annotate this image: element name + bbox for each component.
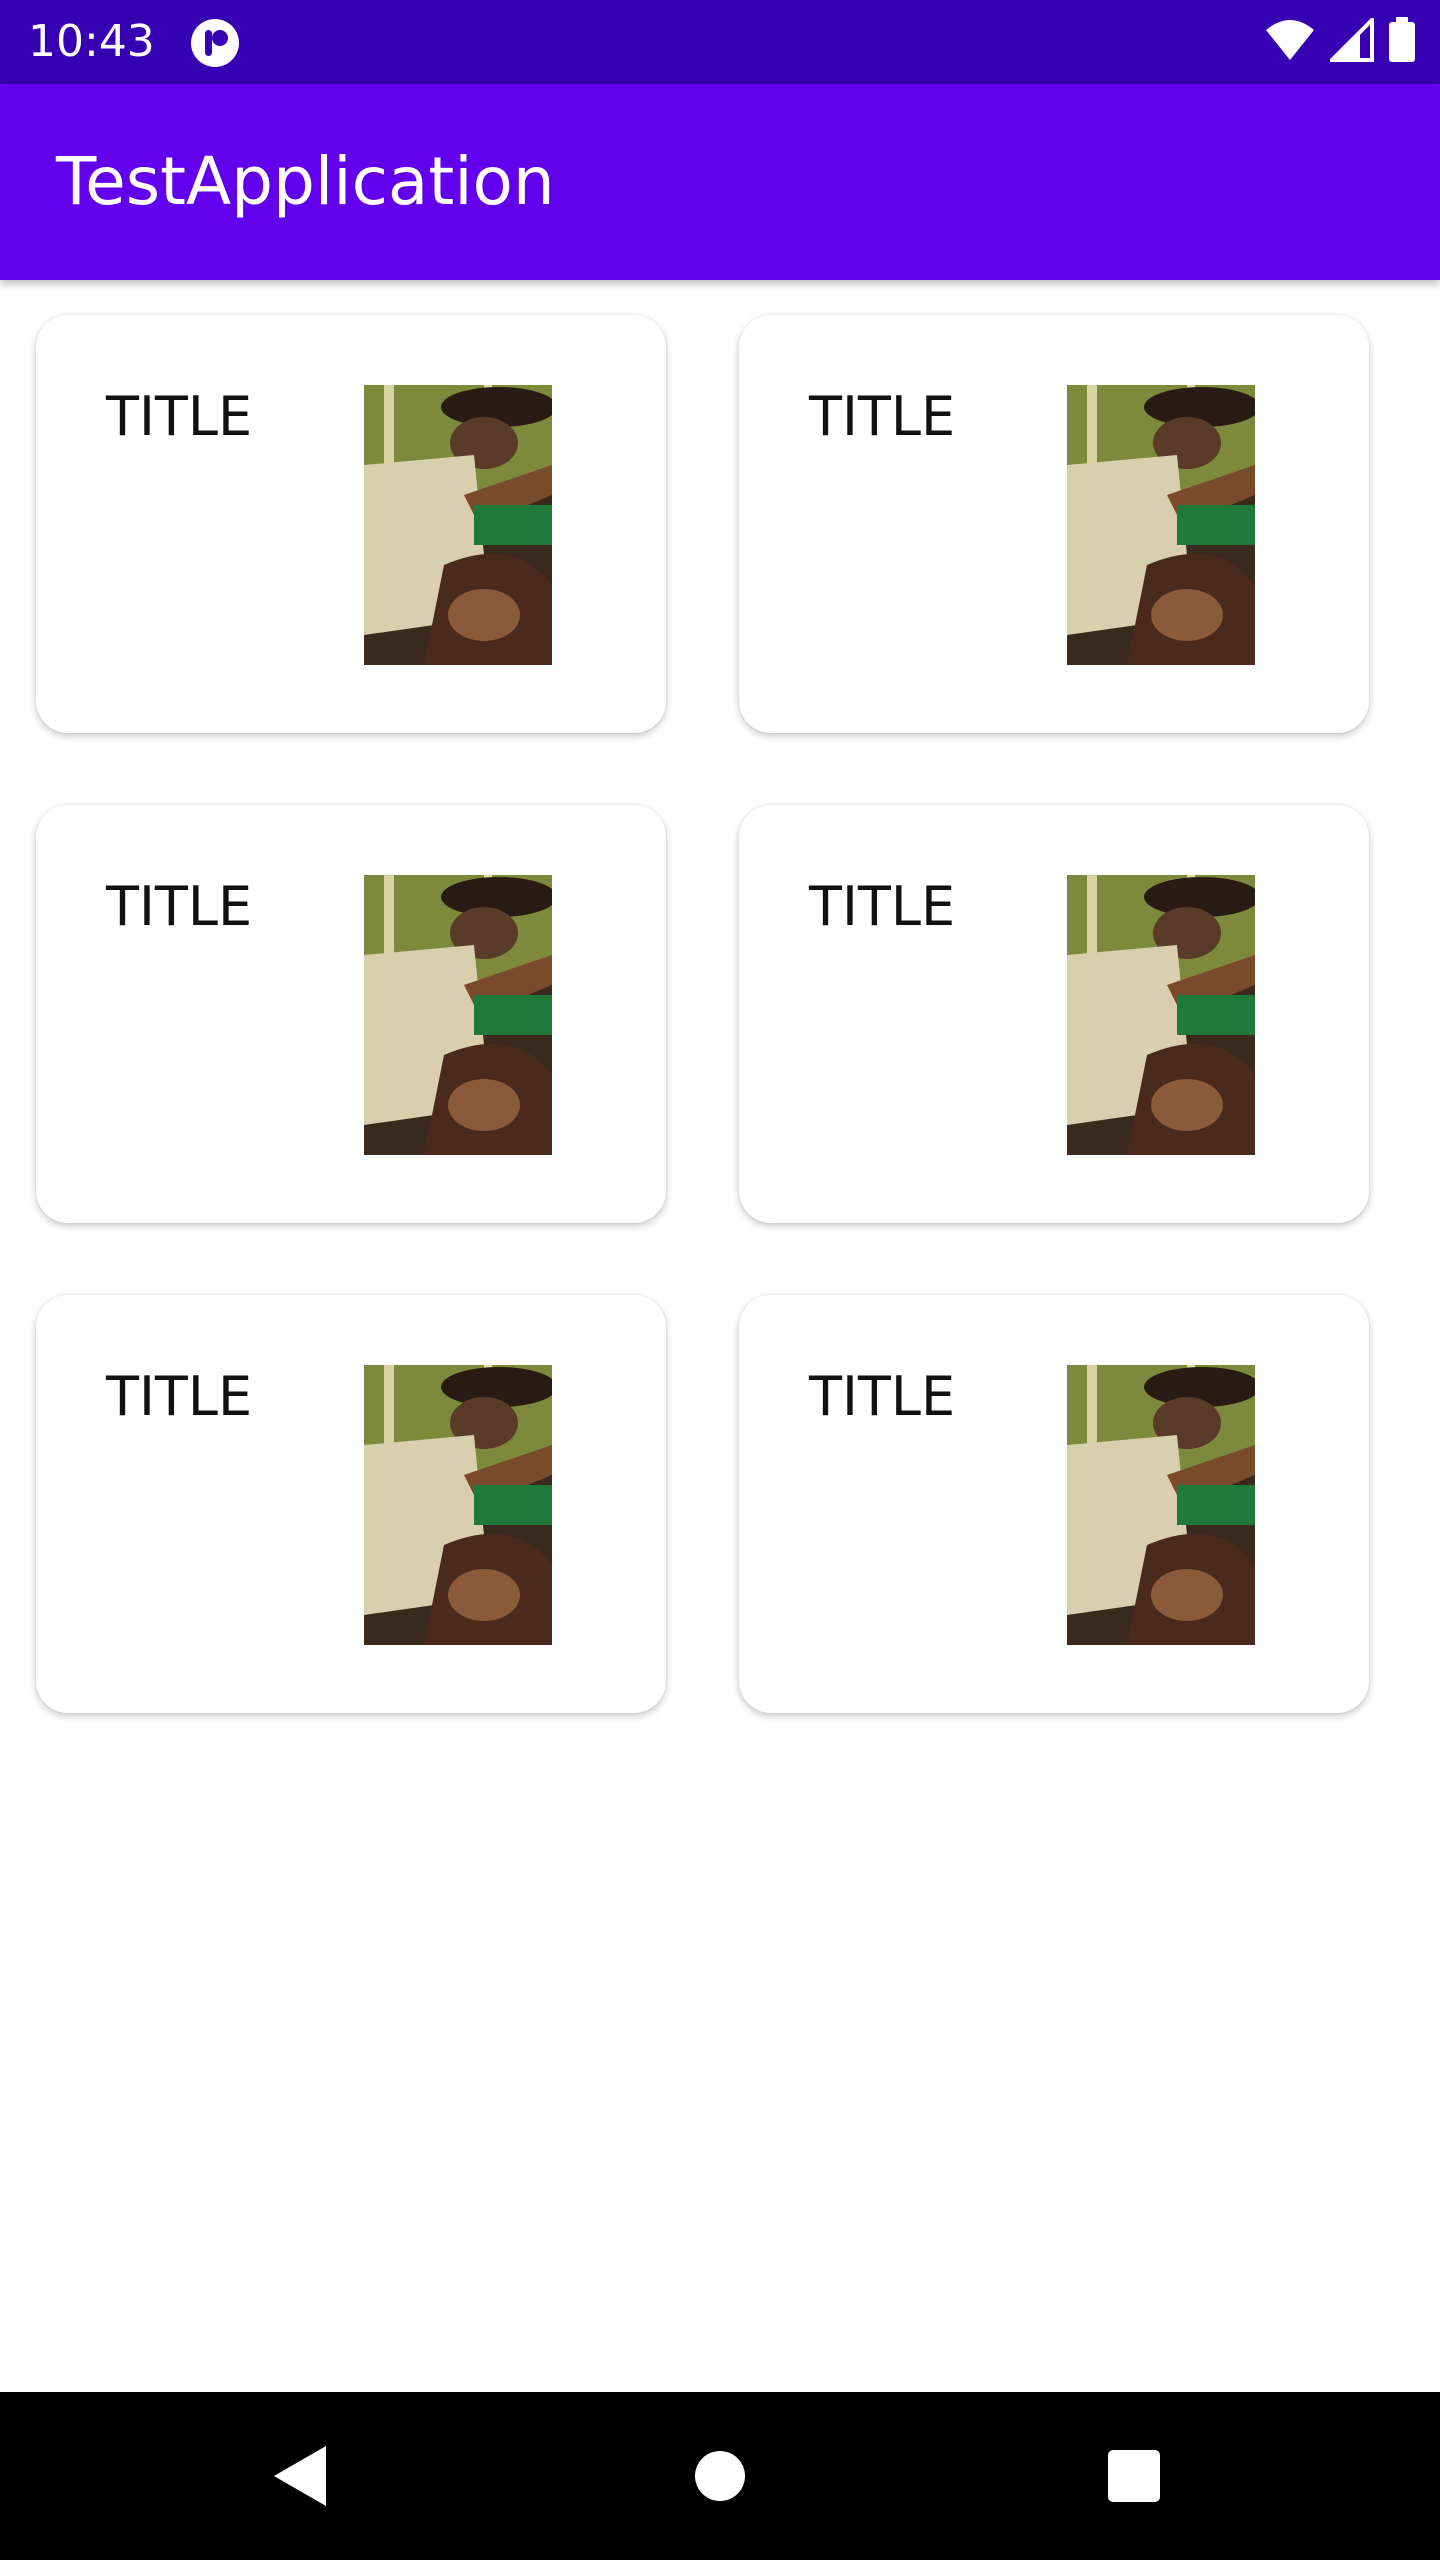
card-title: TITLE: [106, 385, 253, 448]
app-title: TestApplication: [56, 143, 555, 220]
app-bar: TestApplication: [0, 84, 1440, 280]
status-bar: 10:43: [0, 0, 1440, 84]
card-photo: [364, 875, 552, 1155]
navigation-bar: [0, 2392, 1440, 2560]
signal-icon: [1327, 15, 1374, 66]
card[interactable]: TITLE: [36, 805, 666, 1223]
app-notification-icon: [190, 18, 240, 68]
card-photo: [364, 385, 552, 665]
card-title: TITLE: [809, 1365, 956, 1428]
card-photo: [1067, 875, 1255, 1155]
wifi-icon: [1264, 18, 1316, 66]
card-title: TITLE: [809, 385, 956, 448]
card-title: TITLE: [106, 1365, 253, 1428]
card-photo: [1067, 385, 1255, 665]
card-photo: [364, 1365, 552, 1645]
card-photo: [1067, 1365, 1255, 1645]
card[interactable]: TITLE: [739, 805, 1369, 1223]
recents-icon[interactable]: [1090, 2432, 1178, 2520]
card[interactable]: TITLE: [739, 1295, 1369, 1713]
back-icon[interactable]: [256, 2432, 344, 2520]
card[interactable]: TITLE: [36, 1295, 666, 1713]
card-title: TITLE: [809, 875, 956, 938]
battery-icon: [1388, 17, 1416, 67]
card[interactable]: TITLE: [739, 315, 1369, 733]
status-icons: [1264, 15, 1416, 67]
card-title: TITLE: [106, 875, 253, 938]
home-icon[interactable]: [676, 2432, 764, 2520]
status-time: 10:43: [28, 16, 155, 67]
card[interactable]: TITLE: [36, 315, 666, 733]
